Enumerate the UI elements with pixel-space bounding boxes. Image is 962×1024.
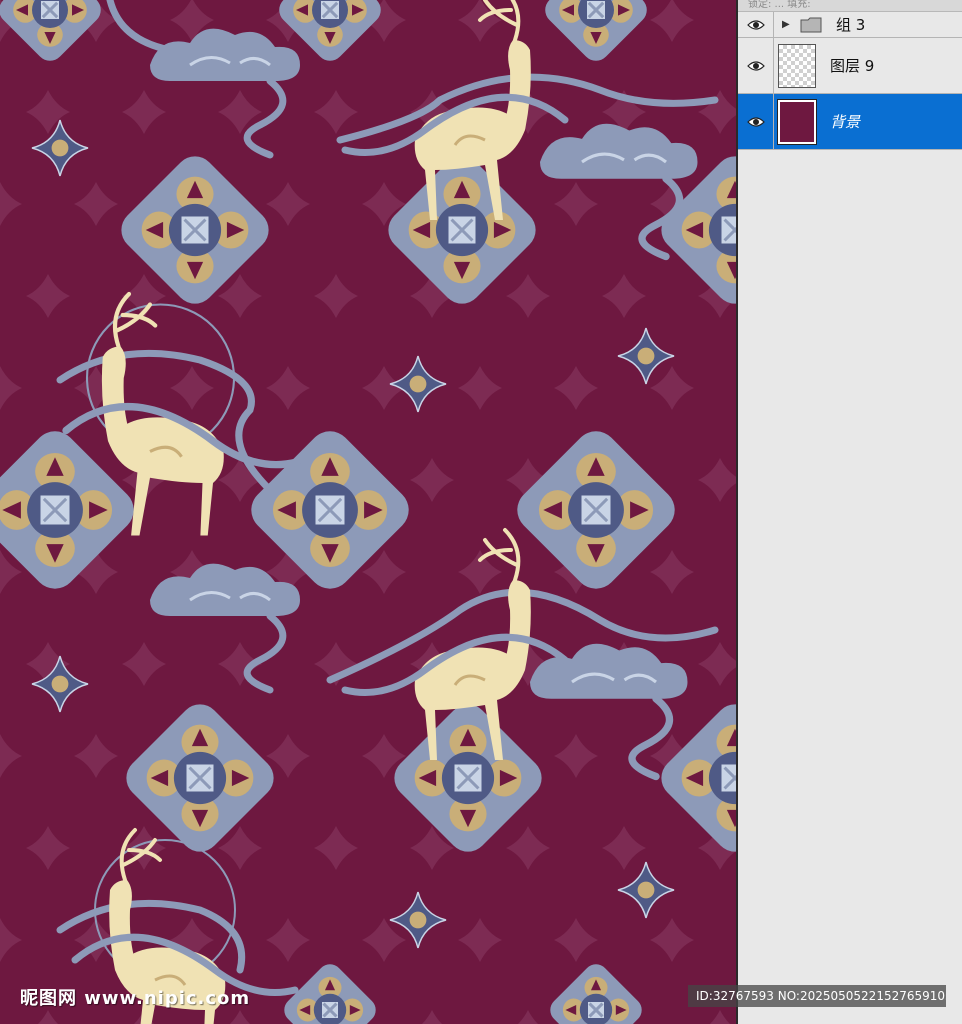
triangle-right-icon[interactable]: ▶ [782, 19, 794, 30]
layer-thumbnail [777, 98, 817, 145]
panel-header-fragment: 锁定: ... 填充: [748, 0, 811, 10]
id-watermark: ID:32767593 NO:20250505221527659105 [688, 985, 946, 1007]
visibility-toggle[interactable] [738, 94, 774, 149]
visibility-toggle[interactable] [738, 12, 774, 37]
layer-name[interactable]: 组 3 [836, 14, 865, 35]
panel-options-strip: 锁定: ... 填充: [738, 0, 962, 12]
pattern-artwork [0, 0, 736, 1024]
visibility-toggle[interactable] [738, 38, 774, 93]
eye-icon [746, 60, 765, 71]
layer-name[interactable]: 背景 [830, 111, 860, 132]
layers-panel: 锁定: ... 填充: ▶ 组 3 图层 9 背景 [736, 0, 962, 1024]
folder-icon [800, 17, 822, 32]
layer-row-background[interactable]: 背景 [738, 94, 962, 150]
layer-name[interactable]: 图层 9 [830, 55, 874, 76]
layer-row-group[interactable]: ▶ 组 3 [738, 12, 962, 38]
document-canvas[interactable] [0, 0, 736, 1024]
layer-thumbnail [778, 43, 816, 88]
eye-icon [746, 19, 765, 30]
layer-row-layer[interactable]: 图层 9 [738, 38, 962, 94]
site-watermark: 昵图网 www.nipic.com [20, 988, 251, 1009]
eye-icon [746, 116, 765, 127]
